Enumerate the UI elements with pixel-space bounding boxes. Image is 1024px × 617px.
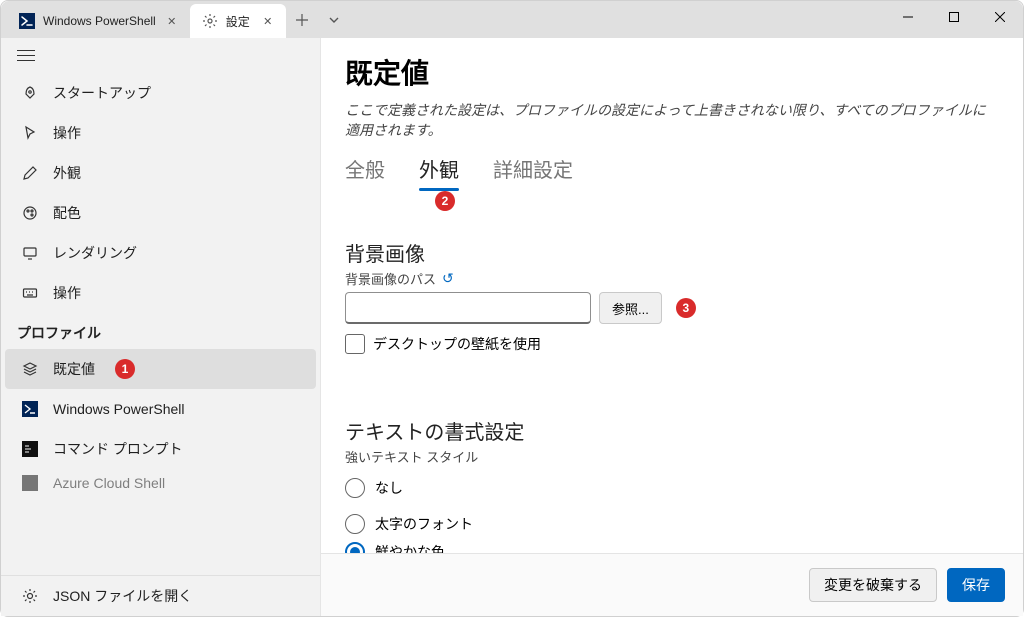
discard-button[interactable]: 変更を破棄する: [809, 568, 937, 602]
tab-settings[interactable]: 設定 ✕: [190, 4, 286, 38]
sidebar-item-actions[interactable]: 操作: [5, 273, 316, 313]
bg-path-input[interactable]: [345, 292, 591, 324]
sidebar-item-label: 操作: [53, 123, 81, 143]
tab-powershell[interactable]: Windows PowerShell ✕: [7, 4, 190, 38]
sidebar-item-label: スタートアップ: [53, 83, 151, 103]
sidebar-item-label: JSON ファイルを開く: [53, 586, 192, 606]
pencil-icon: [21, 165, 39, 181]
sidebar-item-cmd[interactable]: コマンド プロンプト: [5, 429, 316, 469]
content-tabs: 全般 外観 2 詳細設定: [345, 150, 999, 190]
tab-appearance[interactable]: 外観 2: [419, 150, 459, 189]
open-json-button[interactable]: JSON ファイルを開く: [5, 576, 316, 616]
sidebar-item-label: Windows PowerShell: [53, 401, 185, 417]
bg-field-label: 背景画像のパス ↺: [345, 269, 999, 288]
cmd-icon: [21, 441, 39, 457]
radio-icon: [345, 514, 365, 534]
sidebar-item-label: 操作: [53, 283, 81, 303]
azure-icon: [21, 475, 39, 491]
tab-dropdown-button[interactable]: [318, 5, 350, 35]
sidebar-item-label: レンダリング: [53, 243, 137, 263]
content: 既定値 ここで定義された設定は、プロファイルの設定によって上書きされない限り、す…: [321, 38, 1023, 616]
sidebar-item-label: 配色: [53, 203, 81, 223]
use-wallpaper-checkbox[interactable]: [345, 334, 365, 354]
sidebar-item-startup[interactable]: スタートアップ: [5, 73, 316, 113]
gear-icon: [21, 588, 39, 604]
sidebar-item-appearance[interactable]: 外観: [5, 153, 316, 193]
powershell-icon: [21, 401, 39, 417]
sidebar-item-rendering[interactable]: レンダリング: [5, 233, 316, 273]
titlebar: Windows PowerShell ✕ 設定 ✕: [1, 1, 1023, 38]
browse-button[interactable]: 参照...: [599, 292, 662, 324]
tab-label: Windows PowerShell: [43, 14, 156, 28]
window-controls: [885, 1, 1023, 38]
gear-icon: [202, 13, 218, 29]
tab-general[interactable]: 全般: [345, 150, 385, 189]
use-wallpaper-label: デスクトップの壁紙を使用: [373, 334, 541, 354]
content-footer: 変更を破棄する 保存: [321, 553, 1023, 616]
sidebar-item-azure[interactable]: Azure Cloud Shell: [5, 469, 316, 491]
cursor-icon: [21, 125, 39, 141]
rocket-icon: [21, 85, 39, 101]
reset-icon[interactable]: ↺: [442, 270, 454, 287]
annotation-badge-1: 1: [115, 359, 135, 379]
page-title: 既定値: [345, 52, 999, 92]
stack-icon: [21, 361, 39, 377]
sidebar-item-colors[interactable]: 配色: [5, 193, 316, 233]
hamburger-button[interactable]: [1, 38, 320, 73]
maximize-button[interactable]: [931, 1, 977, 33]
monitor-icon: [21, 245, 39, 261]
tab-bar: Windows PowerShell ✕ 設定 ✕: [7, 1, 286, 38]
close-icon[interactable]: ✕: [164, 13, 180, 29]
annotation-badge-2: 2: [435, 191, 455, 211]
minimize-button[interactable]: [885, 1, 931, 33]
sidebar-item-label: 既定値: [53, 359, 95, 379]
sidebar-section-profiles: プロファイル: [1, 313, 320, 349]
palette-icon: [21, 205, 39, 221]
radio-icon: [345, 542, 365, 553]
menu-icon: [17, 50, 35, 61]
sidebar-item-defaults[interactable]: 既定値 1: [5, 349, 316, 389]
text-field-label: 強いテキスト スタイル: [345, 447, 999, 466]
body: スタートアップ 操作 外観 配色 レンダリング 操作: [1, 38, 1023, 616]
sidebar-item-label: Azure Cloud Shell: [53, 475, 165, 491]
save-button[interactable]: 保存: [947, 568, 1005, 602]
powershell-icon: [19, 13, 35, 29]
radio-option-bright[interactable]: 鮮やかな色: [345, 542, 999, 553]
sidebar-item-label: コマンド プロンプト: [53, 439, 182, 459]
radio-icon: [345, 478, 365, 498]
tab-advanced[interactable]: 詳細設定: [493, 150, 573, 189]
keyboard-icon: [21, 285, 39, 301]
annotation-badge-3: 3: [676, 298, 696, 318]
sidebar: スタートアップ 操作 外観 配色 レンダリング 操作: [1, 38, 321, 616]
radio-option-none[interactable]: なし: [345, 470, 999, 506]
new-tab-button[interactable]: [286, 5, 318, 35]
sidebar-item-label: 外観: [53, 163, 81, 183]
page-description: ここで定義された設定は、プロファイルの設定によって上書きされない限り、すべてのプ…: [345, 100, 999, 140]
sidebar-item-interaction[interactable]: 操作: [5, 113, 316, 153]
text-section-title: テキストの書式設定: [345, 416, 999, 445]
tab-label: 設定: [226, 13, 252, 30]
sidebar-item-powershell[interactable]: Windows PowerShell: [5, 389, 316, 429]
bg-section-title: 背景画像: [345, 238, 999, 267]
radio-option-bold[interactable]: 太字のフォント: [345, 506, 999, 542]
close-button[interactable]: [977, 1, 1023, 33]
close-icon[interactable]: ✕: [260, 13, 276, 29]
